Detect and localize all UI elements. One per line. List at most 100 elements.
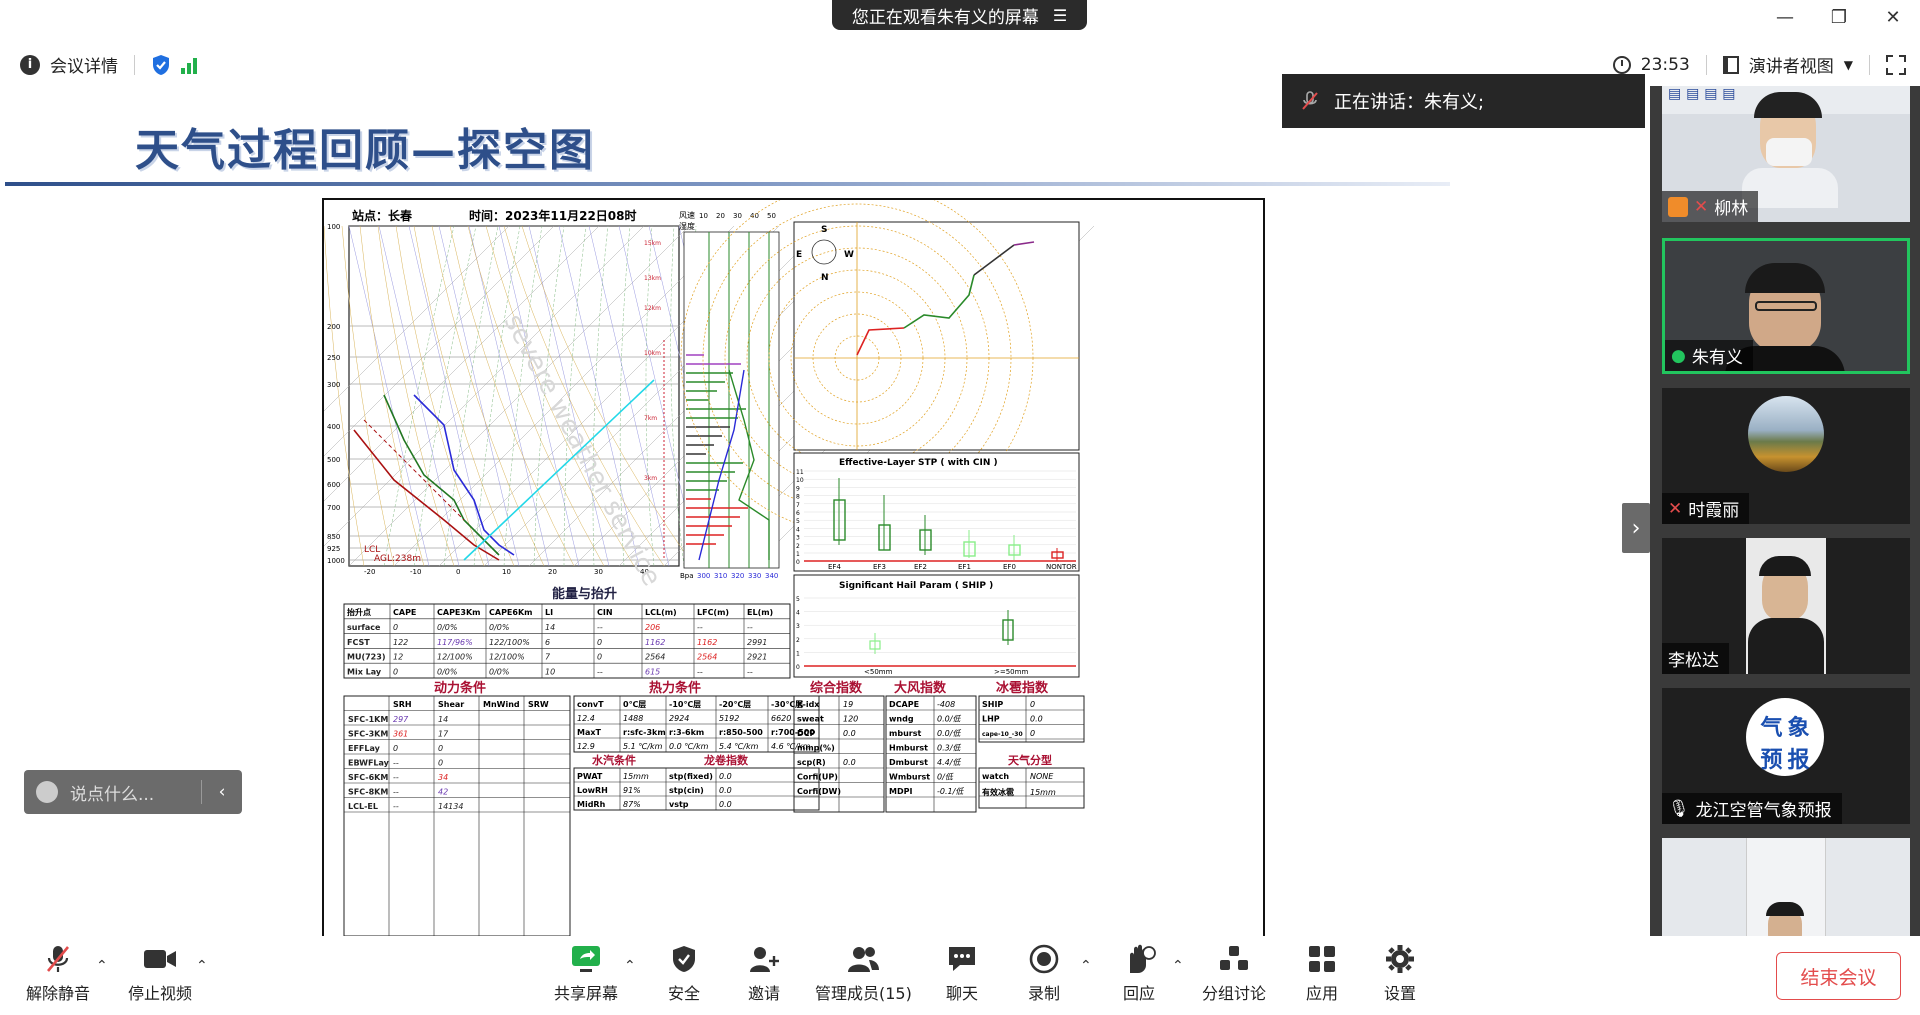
close-icon[interactable]: ✕ [1866, 0, 1920, 34]
tornado-cell: stp(fixed) [669, 772, 713, 781]
mic-icon: 🎙 [1668, 798, 1690, 819]
fullscreen-icon[interactable] [1886, 54, 1906, 75]
agl-label: AGL:238m [374, 554, 421, 564]
wind-ticks: 10 20 30 40 50 [699, 212, 776, 220]
stp-ytick: 7 [796, 502, 800, 509]
chat-button[interactable]: 聊天 [946, 942, 978, 1004]
wind-tick-label: 30 [733, 212, 742, 220]
station-label: 站点：长春 [352, 208, 413, 223]
dyn-header: Shear [438, 700, 464, 709]
hail-cell: cape-10_-30 [982, 731, 1023, 738]
breakout-button[interactable]: 分组讨论 [1202, 942, 1266, 1004]
thermo-header: 0℃层 [623, 700, 646, 709]
signal-icon[interactable] [181, 56, 197, 74]
layout-icon[interactable] [1722, 55, 1739, 74]
shield-icon[interactable] [151, 54, 171, 76]
share-screen-button[interactable]: 共享屏幕 [554, 942, 618, 1004]
menu-icon[interactable]: ☰ [1053, 6, 1067, 25]
hodo-dir-n: N [821, 273, 829, 283]
hail-cell: 0 [1030, 700, 1035, 709]
chat-placeholder[interactable]: 说点什么... [70, 780, 154, 805]
apps-button[interactable]: 应用 [1306, 942, 1338, 1004]
temp-ticks: -20 -10 0 10 20 30 40 [364, 568, 649, 576]
stp-ytick: 8 [796, 494, 800, 501]
mic-active-icon: ● [1671, 345, 1686, 366]
wind-tick-label: 20 [716, 212, 725, 220]
dyn-cell: LCL-EL [348, 802, 378, 811]
manage-participants-button[interactable]: 管理成员(15) [815, 942, 912, 1004]
dyn-cell: -- [393, 773, 399, 782]
participant-name: 时霞丽 [1688, 501, 1740, 521]
sounding-chart: 站点：长春 时间：2023年11月22日08时 100 200 250 300 400 5… [322, 198, 1265, 936]
comp-cell: DCP [797, 729, 816, 738]
chevron-up-icon[interactable]: ⌃ [96, 958, 108, 974]
security-label: 安全 [668, 984, 701, 1003]
chevron-down-icon[interactable]: ▼ [1844, 58, 1853, 72]
chevron-up-icon[interactable]: ⌃ [624, 958, 636, 974]
chevron-left-icon[interactable]: ‹ [202, 782, 242, 802]
wind-tick-label: 10 [699, 212, 708, 220]
meeting-details-link[interactable]: 会议详情 [50, 52, 118, 77]
chevron-right-icon[interactable]: › [1622, 503, 1650, 553]
pressure-tick-label: 925 [327, 545, 340, 553]
temp-tick-label: -10 [410, 568, 421, 576]
vapor-cell: 87% [623, 800, 641, 809]
video-tile-3[interactable]: ✕ 时霞丽 [1662, 388, 1910, 524]
video-tile-6[interactable] [1662, 838, 1910, 936]
chevron-up-icon[interactable]: ⌃ [1080, 958, 1092, 974]
dyn-cell: 34 [438, 773, 448, 782]
shared-screen: 天气过程回顾—探空图 站点：长春 时间：2023年11月22日08时 100 20… [0, 86, 1650, 936]
pressure-tick-label: 300 [327, 381, 340, 389]
dyn-cell: 17 [438, 730, 449, 739]
thermo-cell: 1488 [623, 714, 643, 723]
unmute-button[interactable]: 解除静音 [26, 942, 90, 1004]
energy-cell: Mix Lay [347, 667, 382, 676]
energy-cell: 12 [393, 653, 403, 662]
share-banner[interactable]: 您正在观看朱有义的屏幕 ☰ [832, 0, 1087, 30]
thermo-cell: 5192 [719, 714, 739, 723]
thermo-header: r:3-6km [669, 728, 704, 737]
end-meeting-button[interactable]: 结束会议 [1776, 952, 1901, 1000]
info-icon[interactable]: i [20, 54, 40, 75]
theta-ticks: Bpa 300 310 320 330 340 [680, 572, 778, 580]
ship-category: <50mm [864, 668, 893, 676]
stop-video-button[interactable]: 停止视频 [128, 942, 192, 1004]
index-tables: 动力条件 热力条件 综合指数 大风指数 冰雹指数 SRH Shear MnWind S… [343, 680, 1085, 936]
gale-cell: 0.0/低 [937, 729, 961, 738]
security-button[interactable]: 安全 [668, 942, 700, 1004]
video-tile-2[interactable]: ● 朱有义 [1662, 238, 1910, 374]
temp-tick-label: 20 [548, 568, 557, 576]
gale-cell: 0/低 [937, 773, 954, 782]
pressure-ticks: 100 200 250 300 400 500 600 700 850 925 1000 [327, 223, 345, 565]
video-tile-1[interactable]: ▤ ▤ ▤ ▤ ✕ 柳林 [1662, 86, 1910, 222]
divider [1705, 54, 1707, 75]
react-button[interactable]: 回应 [1122, 942, 1156, 1004]
energy-header: LI [545, 608, 553, 617]
ship-category: >=50mm [994, 668, 1028, 676]
view-mode-select[interactable]: 演讲者视图 [1749, 52, 1834, 77]
stp-category: EF1 [958, 563, 971, 571]
settings-button[interactable]: 设置 [1384, 942, 1416, 1004]
thermo-header: r:sfc-3km [623, 728, 666, 737]
smile-icon[interactable] [36, 781, 58, 803]
energy-cell: 10 [545, 667, 555, 676]
tornado-cell: stp(cin) [669, 786, 704, 795]
invite-button[interactable]: 邀请 [748, 942, 780, 1004]
chat-input-box[interactable]: 说点什么... ‹ [24, 770, 242, 814]
gale-cell: 0.0/低 [937, 715, 961, 724]
participant-name-tag: ✕ 柳林 [1662, 191, 1759, 222]
record-button[interactable]: 录制 [1028, 942, 1060, 1004]
hodo-dir-w: W [844, 250, 854, 260]
video-tile-4[interactable]: 李松达 [1662, 538, 1910, 674]
chevron-up-icon[interactable]: ⌃ [1172, 958, 1184, 974]
minimize-icon[interactable]: — [1758, 0, 1812, 34]
energy-grid: 抬升点 CAPE CAPE3Km CAPE6Km LI CIN LCL(m) LFC(m) EL… [343, 603, 791, 679]
video-tile-5[interactable]: 气象 预报 🎙 龙江空管气象预报 [1662, 688, 1910, 824]
dyn-cell: -- [393, 802, 399, 811]
restore-icon[interactable]: ❐ [1812, 0, 1866, 34]
pattern-cell: 15mm [1030, 788, 1056, 797]
dyn-cell: SFC-8KM [348, 788, 388, 797]
tornado-cell: vstp [669, 800, 689, 809]
add-user-icon [750, 947, 779, 972]
chevron-up-icon[interactable]: ⌃ [196, 958, 208, 974]
